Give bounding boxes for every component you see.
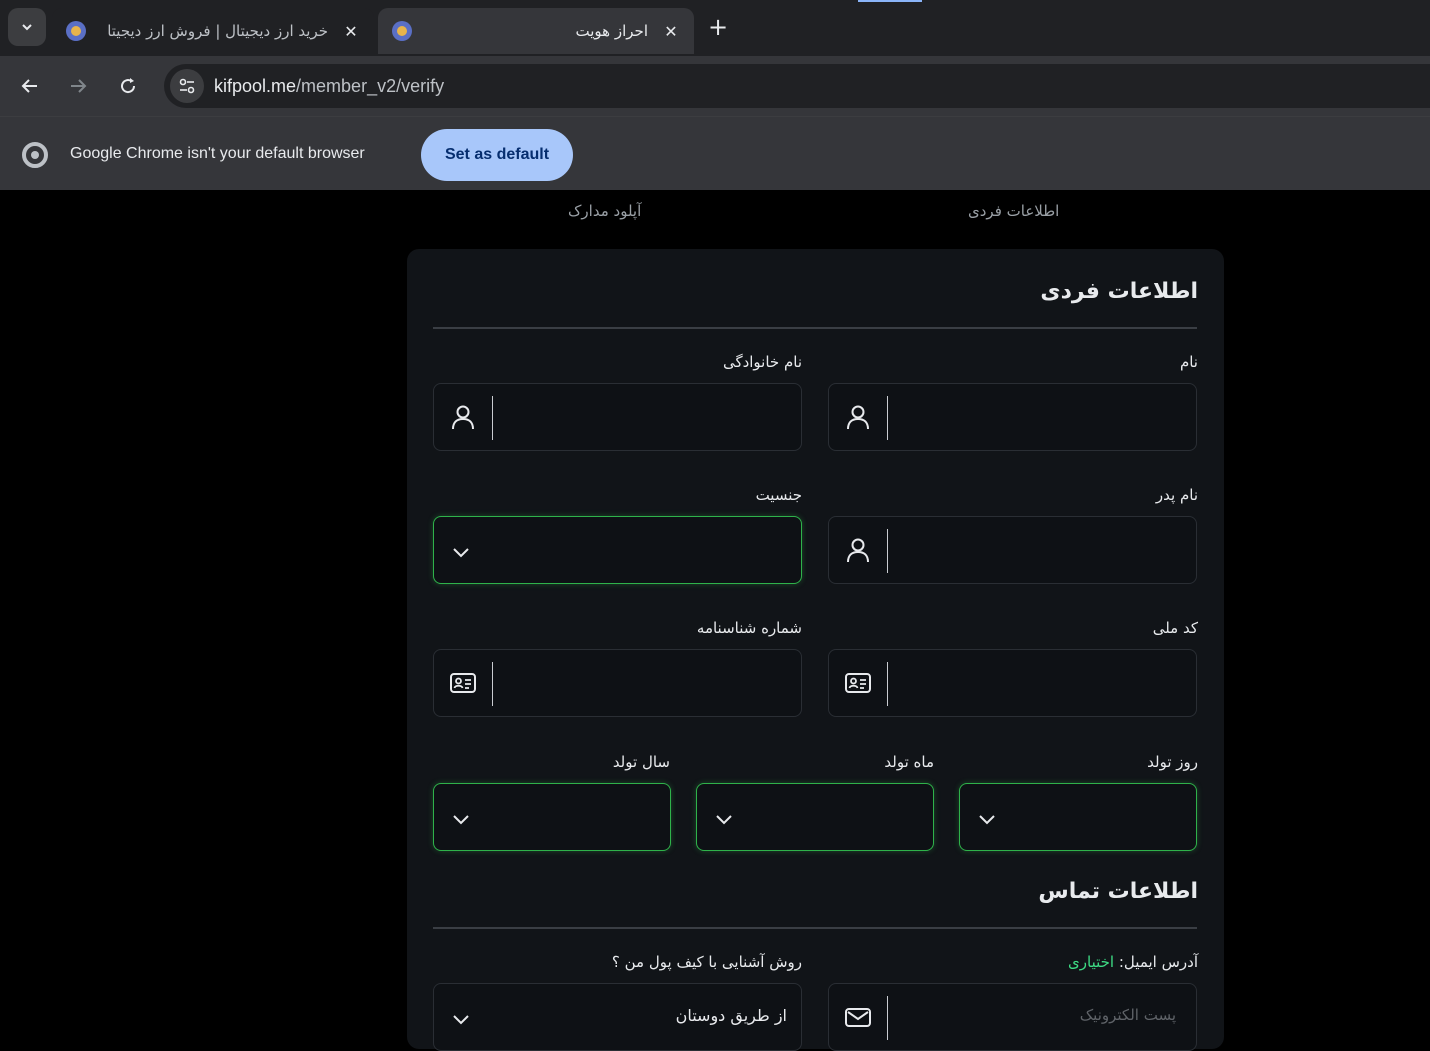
reload-icon[interactable] xyxy=(112,70,144,102)
tab-search-button[interactable] xyxy=(8,8,46,46)
chevron-down-icon xyxy=(716,815,732,825)
id-number-label: شماره شناسنامه xyxy=(696,619,802,637)
email-label-text: آدرس ایمیل: xyxy=(1118,953,1198,971)
birth-day-select[interactable] xyxy=(959,783,1197,851)
user-icon xyxy=(452,405,474,430)
user-icon xyxy=(847,538,869,563)
birth-year-select[interactable] xyxy=(433,783,671,851)
birth-day-label: روز تولد xyxy=(1147,753,1198,771)
new-tab-plus-icon[interactable]: + xyxy=(708,14,728,40)
id-card-icon xyxy=(450,673,476,693)
birth-year-label: سال تولد xyxy=(612,753,670,771)
id-card-icon xyxy=(845,673,871,693)
last-name-input[interactable] xyxy=(433,383,802,451)
input-separator xyxy=(492,662,493,706)
input-separator xyxy=(887,662,888,706)
mail-icon xyxy=(845,1008,871,1027)
site-favicon-icon xyxy=(392,21,412,41)
birth-month-label: ماه تولد xyxy=(884,753,934,771)
toolbar: kifpool.me/member_v2/verify xyxy=(0,56,1430,116)
referral-label: روش آشنایی با کیف پول من ؟ xyxy=(611,953,802,971)
chevron-down-icon xyxy=(453,548,469,558)
user-icon xyxy=(847,405,869,430)
verify-form-card: اطلاعات فردی نام نام خانوادگی نام پدر جن… xyxy=(407,249,1224,1051)
optional-badge: اختیاری xyxy=(1068,953,1115,971)
forward-arrow-icon[interactable] xyxy=(62,70,94,102)
url-path: /member_v2/verify xyxy=(296,75,445,96)
chrome-logo-icon xyxy=(22,142,48,168)
close-icon[interactable]: ✕ xyxy=(662,22,680,41)
url-text[interactable]: kifpool.me/member_v2/verify xyxy=(214,76,444,97)
id-number-input[interactable] xyxy=(433,649,802,717)
set-as-default-button[interactable]: Set as default xyxy=(421,129,573,181)
close-icon[interactable]: ✕ xyxy=(342,22,360,41)
birth-month-select[interactable] xyxy=(696,783,934,851)
default-browser-infobar: Google Chrome isn't your default browser… xyxy=(0,116,1430,190)
tab-2-active[interactable]: احراز هویت ✕ xyxy=(378,8,694,54)
email-placeholder: پست الکترونیک xyxy=(1079,1006,1176,1024)
section-divider xyxy=(433,927,1197,929)
email-input[interactable]: پست الکترونیک xyxy=(828,983,1197,1051)
referral-value: از طریق دوستان xyxy=(675,1006,787,1025)
referral-select[interactable]: از طریق دوستان xyxy=(433,983,802,1051)
first-name-label: نام xyxy=(1179,353,1198,371)
input-separator xyxy=(492,396,493,440)
last-name-label: نام خانوادگی xyxy=(722,353,802,371)
tab-1[interactable]: خرید ارز دیجیتال | فروش ارز دیجیتا ✕ xyxy=(52,8,374,54)
input-separator xyxy=(887,396,888,440)
section-divider xyxy=(433,327,1197,329)
input-separator xyxy=(887,529,888,573)
gender-label: جنسیت xyxy=(755,486,802,504)
chevron-down-icon xyxy=(453,1015,469,1025)
national-code-input[interactable] xyxy=(828,649,1197,717)
chevron-down-icon xyxy=(453,815,469,825)
contact-info-title: اطلاعات تماس xyxy=(1038,879,1198,904)
tab-strip-accent xyxy=(858,0,922,2)
address-bar[interactable]: kifpool.me/member_v2/verify xyxy=(164,64,1430,108)
first-name-input[interactable] xyxy=(828,383,1197,451)
chevron-down-icon xyxy=(22,24,32,31)
infobar-message: Google Chrome isn't your default browser xyxy=(70,145,365,162)
step-upload-documents[interactable]: آپلود مدارک xyxy=(568,202,641,220)
input-separator xyxy=(887,996,888,1040)
back-arrow-icon[interactable] xyxy=(14,70,46,102)
email-label: آدرس ایمیل: اختیاری xyxy=(1068,953,1198,971)
chevron-down-icon xyxy=(979,815,995,825)
site-favicon-icon xyxy=(66,21,86,41)
personal-info-title: اطلاعات فردی xyxy=(1040,279,1198,304)
site-settings-icon[interactable] xyxy=(170,69,204,103)
step-personal-info[interactable]: اطلاعات فردی xyxy=(968,202,1059,220)
gender-select[interactable] xyxy=(433,516,802,584)
browser-tab-strip: خرید ارز دیجیتال | فروش ارز دیجیتا ✕ احر… xyxy=(0,0,1430,56)
national-code-label: کد ملی xyxy=(1152,619,1198,637)
tab-title: خرید ارز دیجیتال | فروش ارز دیجیتا xyxy=(107,22,328,40)
url-host: kifpool.me xyxy=(214,75,297,96)
father-name-label: نام پدر xyxy=(1155,486,1198,504)
father-name-input[interactable] xyxy=(828,516,1197,584)
tab-title: احراز هویت xyxy=(575,22,648,40)
